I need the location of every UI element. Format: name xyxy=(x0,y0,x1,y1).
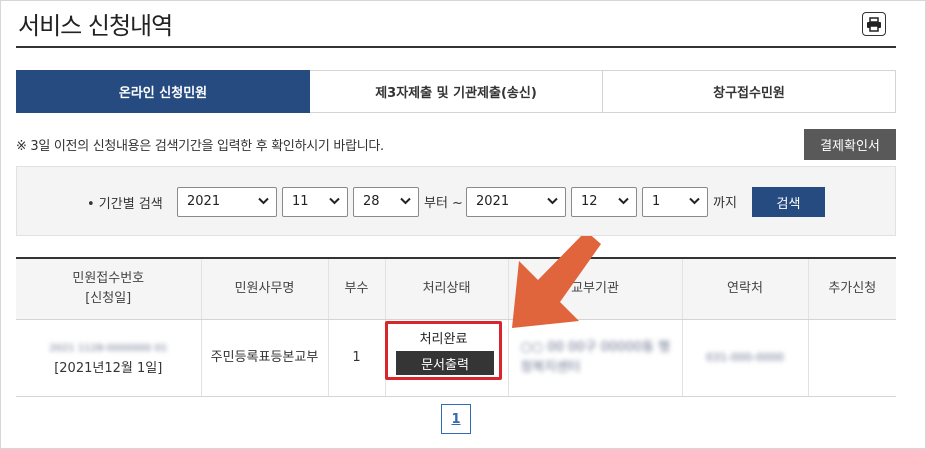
header-contact: 연락처 xyxy=(681,257,808,320)
extra-request-cell xyxy=(807,319,896,397)
print-document-button[interactable]: 문서출력 xyxy=(396,351,494,375)
to-year-value: 2021 xyxy=(476,194,510,209)
header-extra-request: 추가신청 xyxy=(807,257,896,320)
chevron-down-icon xyxy=(618,197,629,205)
from-month-select[interactable]: 11 xyxy=(282,187,348,217)
title-divider xyxy=(16,46,896,48)
period-search-label: • 기간별 검색 xyxy=(87,197,163,212)
pointer-arrow-icon xyxy=(512,236,601,328)
contact-number: 031-000-0000 xyxy=(706,351,784,364)
to-month-select[interactable]: 12 xyxy=(571,187,637,217)
payment-confirmation-button[interactable]: 결제확인서 xyxy=(804,129,896,160)
tab-online-requests[interactable]: 온라인 신청민원 xyxy=(16,70,310,113)
chevron-down-icon xyxy=(547,197,558,205)
table-header-row: 민원접수번호 [신청일] 민원사무명 부수 처리상태 교부기관 연락처 추가신청 xyxy=(16,257,896,320)
header-receipt-no-label: 민원접수번호 xyxy=(72,271,145,286)
from-day-value: 28 xyxy=(363,194,380,209)
page-title: 서비스 신청내역 xyxy=(18,12,173,40)
to-month-value: 12 xyxy=(581,194,598,209)
search-notice: ※ 3일 이전의 신청내용은 검색기간을 입력한 후 확인하시기 바랍니다. xyxy=(16,139,384,154)
pagination-page-1[interactable]: 1 xyxy=(441,404,471,434)
chevron-down-icon xyxy=(400,197,411,205)
chevron-down-icon xyxy=(329,197,340,205)
header-apply-date-label: [신청일] xyxy=(85,291,132,306)
tab-bar: 온라인 신청민원 제3자제출 및 기관제출(송신) 창구접수민원 xyxy=(16,70,896,113)
tab-counter-requests[interactable]: 창구접수민원 xyxy=(603,70,896,113)
to-day-value: 1 xyxy=(652,194,661,209)
to-year-select[interactable]: 2021 xyxy=(466,187,566,217)
contact-cell: 031-000-0000 xyxy=(681,319,808,397)
chevron-down-icon xyxy=(689,197,700,205)
range-separator: 부터 ~ xyxy=(424,196,463,211)
period-search-panel: • 기간별 검색 2021 11 28 부터 ~ 2021 12 1 까지 검색 xyxy=(16,166,896,236)
tab-third-party-submission[interactable]: 제3자제출 및 기관제출(송신) xyxy=(310,70,603,113)
range-suffix: 까지 xyxy=(713,196,737,211)
header-copies: 부수 xyxy=(327,257,385,320)
status-highlight-box: 처리완료 문서출력 xyxy=(385,321,502,380)
apply-date: [2021년12월 1일] xyxy=(54,360,163,376)
from-year-select[interactable]: 2021 xyxy=(177,187,277,217)
from-day-select[interactable]: 28 xyxy=(353,187,419,217)
header-status: 처리상태 xyxy=(384,257,508,320)
status-text: 처리완료 xyxy=(419,332,468,347)
receipt-cell: 2021 1128-0000000 01 [2021년12월 1일] xyxy=(16,319,201,397)
header-service-name: 민원사무명 xyxy=(200,257,328,320)
printer-icon xyxy=(867,16,881,32)
to-day-select[interactable]: 1 xyxy=(642,187,708,217)
header-receipt-no: 민원접수번호 [신청일] xyxy=(16,257,201,320)
print-button[interactable] xyxy=(862,12,886,36)
chevron-down-icon xyxy=(258,197,269,205)
receipt-number: 2021 1128-0000000 01 xyxy=(49,342,168,354)
service-name-cell: 주민등록표등본교부 xyxy=(200,319,328,397)
from-year-value: 2021 xyxy=(187,194,221,209)
agency-name: ○○ 00 00구 00000동 행정복지센터 xyxy=(520,340,671,375)
from-month-value: 11 xyxy=(292,194,309,209)
search-button[interactable]: 검색 xyxy=(752,187,825,217)
copies-cell: 1 xyxy=(327,319,385,397)
